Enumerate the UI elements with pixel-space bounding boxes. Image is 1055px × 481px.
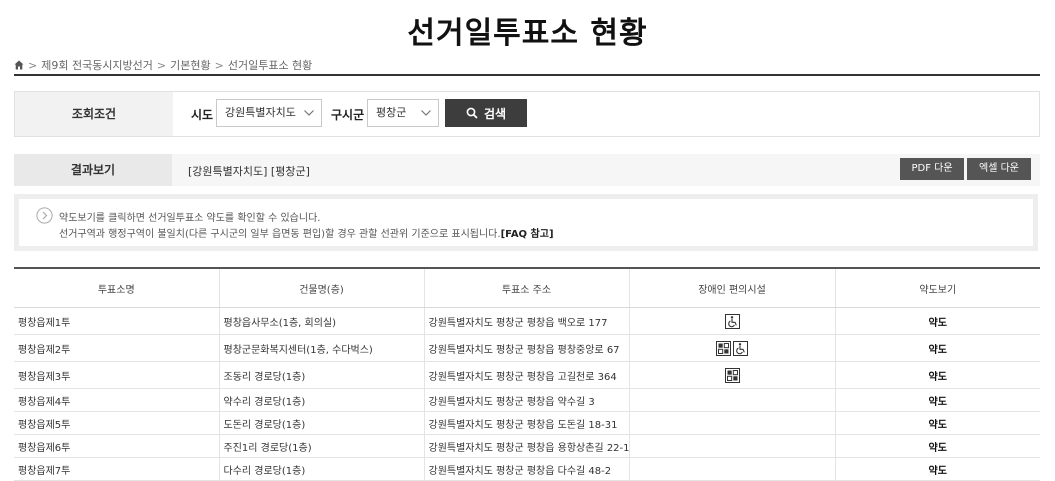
sigungu-label: 구시군: [331, 108, 365, 122]
search-panel: 조회조건 시도 강원특별자치도 구시군 평창군 검색: [14, 91, 1040, 137]
result-label: 결과보기: [14, 154, 172, 186]
address-cell: 강원특별자치도 평창군 평창읍 다수길 48-2: [424, 457, 630, 481]
notice-line-1: 약도보기를 클릭하면 선거일투표소 약도를 확인할 수 있습니다.: [59, 213, 321, 224]
map-link[interactable]: 약도: [835, 334, 1040, 362]
breadcrumb-item-basic[interactable]: 기본현황: [170, 57, 210, 73]
table-row: 평창읍제6투 주진1리 경로당(1층) 강원특별자치도 평창군 평창읍 용항상촌길 …: [14, 434, 1040, 458]
chevron-right-circle-icon: [36, 207, 53, 224]
breadcrumb-item-election[interactable]: 제9회 전국동시지방선거: [41, 57, 153, 73]
facilities-cell: [629, 307, 836, 335]
breadcrumb: > 제9회 전국동시지방선거 > 기본현황 > 선거일투표소 현황: [14, 57, 312, 73]
table-header-row: 투표소명 건물명(층) 투표소 주소 장애인 편의시설 약도보기: [14, 268, 1040, 308]
station-name-cell: 평창읍제5투: [14, 411, 220, 435]
facility-grid-icon: [716, 340, 731, 356]
building-cell: 주진1리 경로당(1층): [219, 434, 425, 458]
map-link[interactable]: 약도: [835, 457, 1040, 481]
header-building: 건물명(층): [219, 268, 425, 308]
building-cell: 약수리 경로당(1층): [219, 388, 425, 412]
facility-grid-icon: [724, 367, 740, 383]
sido-label: 시도: [191, 108, 214, 122]
sigungu-select[interactable]: 평창군: [367, 99, 439, 127]
building-cell: 도돈리 경로당(1층): [219, 411, 425, 435]
station-name-cell: 평창읍제7투: [14, 457, 220, 481]
station-name-cell: 평창읍제1투: [14, 307, 220, 335]
address-cell: 강원특별자치도 평창군 평창읍 평창중앙로 67: [424, 334, 630, 362]
header-address: 투표소 주소: [424, 268, 630, 308]
table-row: 평창읍제3투 조동리 경로당(1층) 강원특별자치도 평창군 평창읍 고길천로 36…: [14, 361, 1040, 389]
header-map: 약도보기: [835, 268, 1040, 308]
search-icon: [466, 107, 478, 119]
chevron-down-icon: [304, 110, 314, 116]
search-panel-label: 조회조건: [15, 92, 173, 136]
wheelchair-icon: [724, 313, 740, 329]
map-link[interactable]: 약도: [835, 411, 1040, 435]
polling-station-table: 투표소명 건물명(층) 투표소 주소 장애인 편의시설 약도보기 평창읍제1투 평…: [14, 267, 1040, 481]
table-row: 평창읍제1투 평창읍사무소(1층, 회의실) 강원특별자치도 평창군 평창읍 백오로…: [14, 307, 1040, 335]
address-cell: 강원특별자치도 평창군 평창읍 고길천로 364: [424, 361, 630, 389]
notice-line-2-text: 선거구역과 행정구역이 불일치(다른 구시군의 일부 읍면동 편입)할 경우 관…: [59, 229, 501, 240]
map-link[interactable]: 약도: [835, 361, 1040, 389]
page-title: 선거일투표소 현황: [407, 16, 648, 51]
result-bar: 결과보기 [강원특별자치도] [평창군] PDF 다운 엑셀 다운: [14, 154, 1040, 186]
facilities-cell: [629, 361, 836, 389]
facilities-cell: [629, 457, 836, 481]
home-icon[interactable]: [14, 60, 24, 70]
table-row: 평창읍제7투 다수리 경로당(1층) 강원특별자치도 평창군 평창읍 다수길 48-…: [14, 457, 1040, 481]
header-facilities: 장애인 편의시설: [629, 268, 836, 308]
notice-box: 약도보기를 클릭하면 선거일투표소 약도를 확인할 수 있습니다. 선거구역과 …: [14, 194, 1038, 251]
table-row: 평창읍제2투 평창군문화복지센터(1층, 수다벅스) 강원특별자치도 평창군 평창읍…: [14, 334, 1040, 362]
facilities-cell: [629, 334, 836, 362]
excel-download-button[interactable]: 엑셀 다운: [967, 158, 1031, 180]
breadcrumb-separator: >: [28, 58, 38, 72]
title-divider: [14, 74, 1040, 76]
address-cell: 강원특별자치도 평창군 평창읍 도돈길 18-31: [424, 411, 630, 435]
station-name-cell: 평창읍제3투: [14, 361, 220, 389]
map-link[interactable]: 약도: [835, 388, 1040, 412]
building-cell: 다수리 경로당(1층): [219, 457, 425, 481]
result-region-text: [강원특별자치도] [평창군]: [188, 165, 310, 178]
sido-select[interactable]: 강원특별자치도: [216, 99, 322, 127]
header-station-name: 투표소명: [14, 268, 220, 308]
map-link[interactable]: 약도: [835, 307, 1040, 335]
breadcrumb-item-current[interactable]: 선거일투표소 현황: [228, 57, 312, 73]
address-cell: 강원특별자치도 평창군 평창읍 용항상촌길 22-1: [424, 434, 630, 458]
breadcrumb-separator: >: [156, 58, 167, 72]
facilities-cell: [629, 434, 836, 458]
search-button[interactable]: 검색: [445, 99, 527, 127]
building-cell: 평창읍사무소(1층, 회의실): [219, 307, 425, 335]
sido-select-value: 강원특별자치도: [225, 106, 296, 119]
map-link[interactable]: 약도: [835, 434, 1040, 458]
station-name-cell: 평창읍제6투: [14, 434, 220, 458]
address-cell: 강원특별자치도 평창군 평창읍 약수길 3: [424, 388, 630, 412]
station-name-cell: 평창읍제2투: [14, 334, 220, 362]
table-body: 평창읍제1투 평창읍사무소(1층, 회의실) 강원특별자치도 평창군 평창읍 백오로…: [14, 307, 1040, 481]
address-cell: 강원특별자치도 평창군 평창읍 백오로 177: [424, 307, 630, 335]
breadcrumb-separator: >: [214, 58, 224, 72]
building-cell: 평창군문화복지센터(1층, 수다벅스): [219, 334, 425, 362]
facilities-cell: [629, 388, 836, 412]
faq-link[interactable]: [FAQ 참고]: [501, 229, 554, 240]
search-button-label: 검색: [483, 106, 507, 121]
facilities-cell: [629, 411, 836, 435]
table-row: 평창읍제4투 약수리 경로당(1층) 강원특별자치도 평창군 평창읍 약수길 3 약도: [14, 388, 1040, 412]
building-cell: 조동리 경로당(1층): [219, 361, 425, 389]
pdf-download-button[interactable]: PDF 다운: [900, 158, 964, 180]
notice-line-2: 선거구역과 행정구역이 불일치(다른 구시군의 일부 읍면동 편입)할 경우 관…: [59, 225, 554, 240]
chevron-down-icon: [421, 110, 431, 116]
station-name-cell: 평창읍제4투: [14, 388, 220, 412]
sigungu-select-value: 평창군: [376, 106, 407, 119]
wheelchair-icon: [733, 340, 748, 356]
table-row: 평창읍제5투 도돈리 경로당(1층) 강원특별자치도 평창군 평창읍 도돈길 18-…: [14, 411, 1040, 435]
